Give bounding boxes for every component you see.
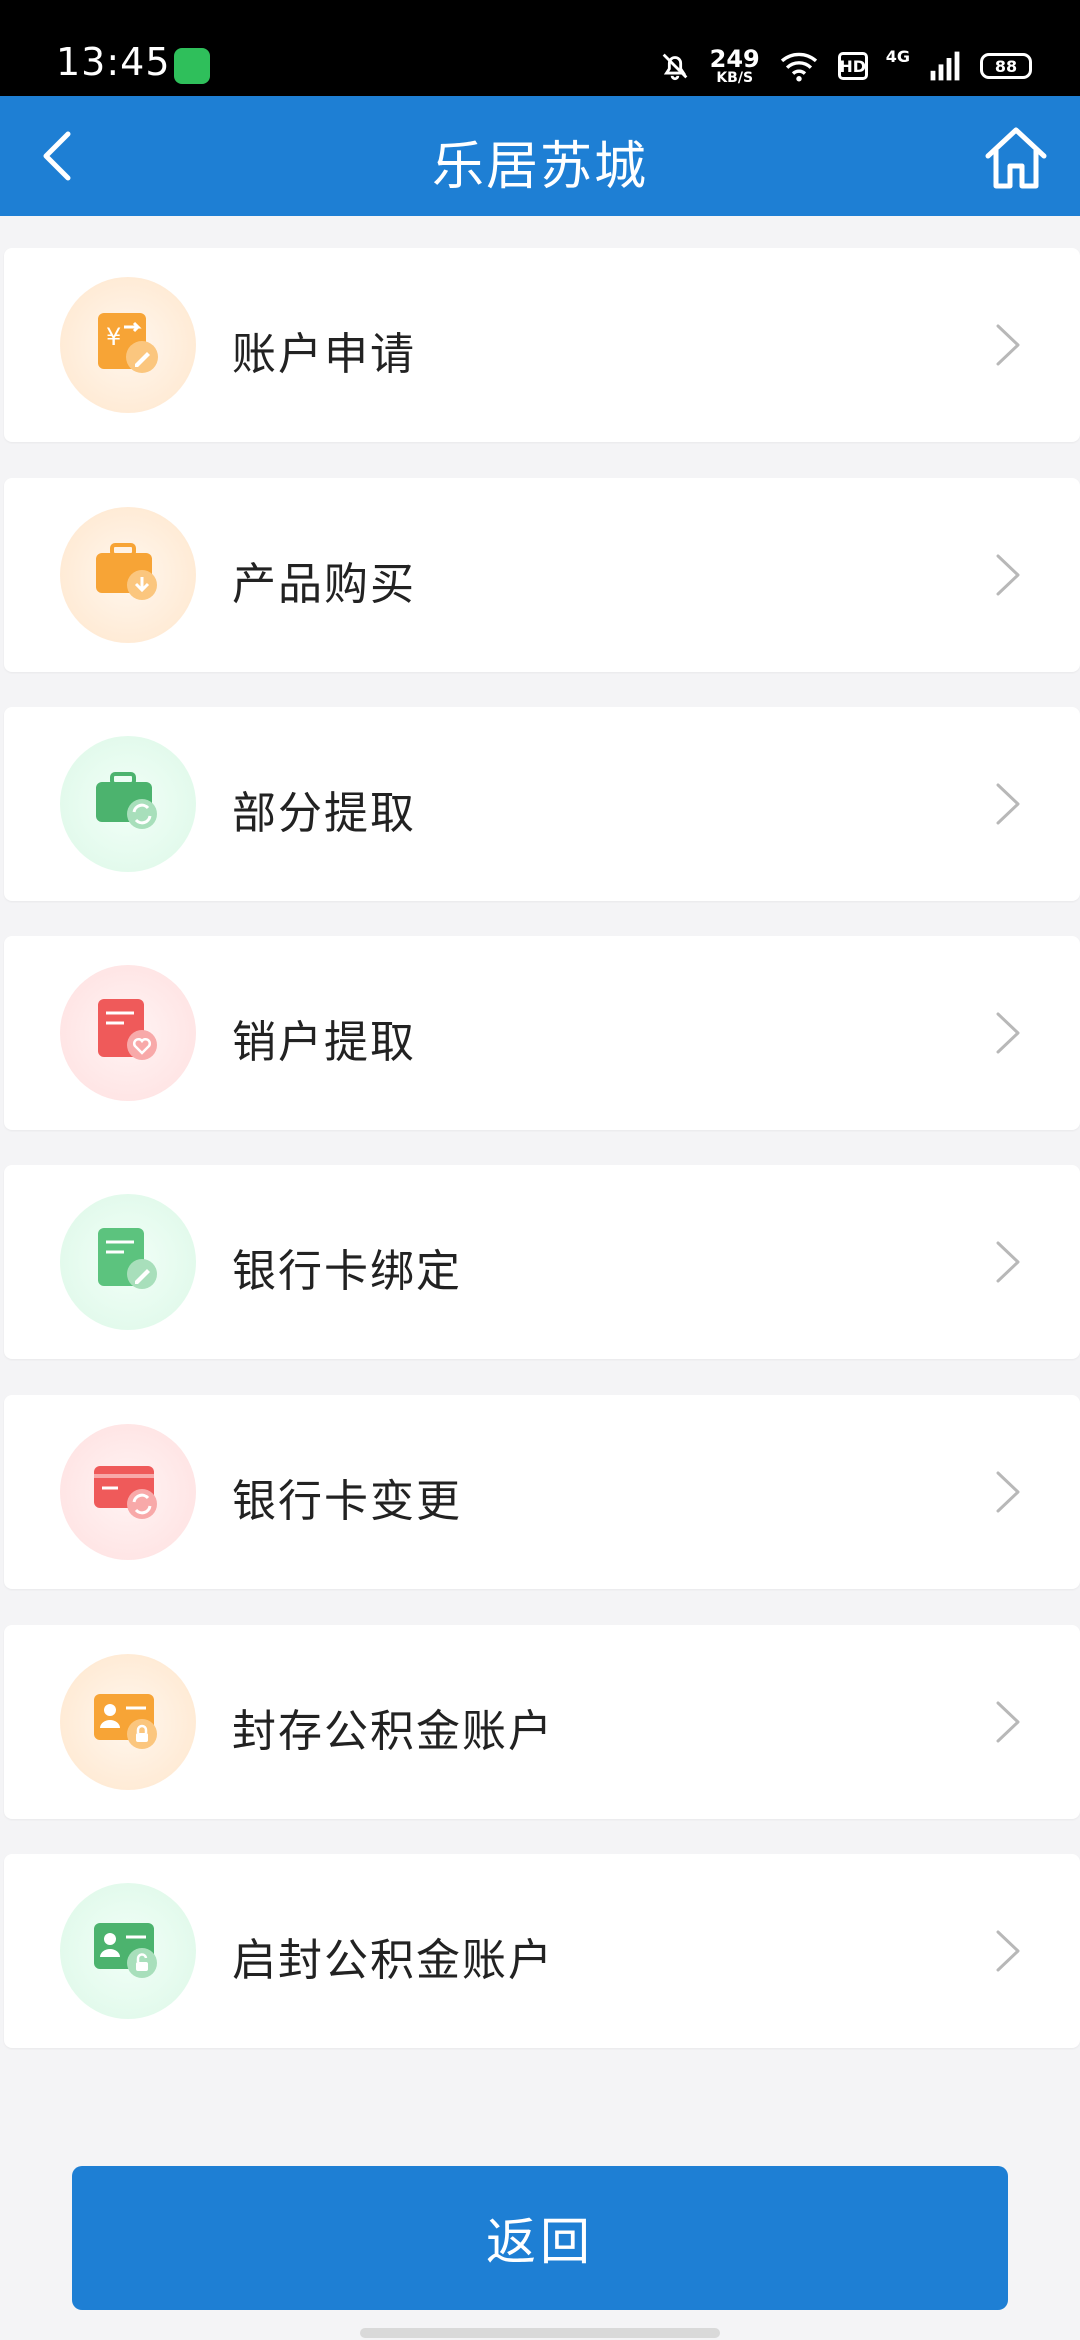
menu-item-unseal-fund-account[interactable]: 启封公积金账户: [4, 1854, 1080, 2048]
menu-icon-background: ¥: [60, 277, 196, 413]
svg-text:¥: ¥: [106, 323, 121, 351]
hd-badge: HD: [837, 52, 868, 80]
seal-fund-account-icon: [94, 1694, 157, 1749]
home-indicator[interactable]: [360, 2328, 720, 2338]
mute-bell-icon: [662, 53, 687, 81]
app-header: 乐居苏城: [0, 96, 1080, 216]
menu-item-label: 封存公积金账户: [232, 1706, 554, 1757]
menu-item-label: 银行卡绑定: [232, 1246, 462, 1297]
menu-item-label: 销户提取: [232, 1017, 416, 1068]
home-button[interactable]: [980, 122, 1052, 194]
status-indicators: 249 KB/S HD 4G 88: [658, 40, 1032, 92]
menu-item-label: 账户申请: [232, 329, 416, 380]
menu-item-bank-card-change[interactable]: 银行卡变更: [4, 1395, 1080, 1589]
chevron-right-icon: [996, 554, 1020, 596]
network-speed-value: 249: [709, 45, 760, 73]
menu-item-account-apply[interactable]: ¥ 账户申请: [4, 248, 1080, 442]
product-purchase-icon: [96, 543, 157, 600]
chevron-right-icon: [996, 1701, 1020, 1743]
menu-item-bank-card-bind[interactable]: 银行卡绑定: [4, 1165, 1080, 1359]
menu-item-label: 部分提取: [232, 788, 416, 839]
chevron-right-icon: [996, 1012, 1020, 1054]
menu-icon-background: [60, 1194, 196, 1330]
partial-withdraw-icon: [96, 772, 157, 829]
menu-item-label: 银行卡变更: [232, 1476, 462, 1527]
menu-icon-background: [60, 1424, 196, 1560]
battery-indicator: 88: [980, 53, 1032, 79]
unseal-fund-account-icon: [94, 1923, 157, 1978]
account-apply-icon: ¥: [98, 313, 158, 373]
chevron-right-icon: [996, 1930, 1020, 1972]
status-bar: 13:45 249 KB/S HD 4G 88: [0, 0, 1080, 96]
page-title: 乐居苏城: [431, 137, 648, 197]
signal-icon: [930, 51, 960, 81]
menu-item-label: 产品购买: [232, 559, 416, 610]
menu-item-seal-fund-account[interactable]: 封存公积金账户: [4, 1625, 1080, 1819]
chevron-right-icon: [996, 1241, 1020, 1283]
menu-item-close-account-withdraw[interactable]: 销户提取: [4, 936, 1080, 1130]
menu-icon-background: [60, 965, 196, 1101]
bank-card-change-icon: [94, 1466, 157, 1519]
network-type: 4G: [885, 46, 910, 66]
menu-item-product-purchase[interactable]: 产品购买: [4, 478, 1080, 672]
network-speed-unit: KB/S: [716, 70, 754, 86]
menu-item-partial-withdraw[interactable]: 部分提取: [4, 707, 1080, 901]
menu-icon-background: [60, 736, 196, 872]
menu-item-label: 启封公积金账户: [232, 1935, 554, 1986]
chevron-right-icon: [996, 1471, 1020, 1513]
status-time: 13:45: [56, 40, 171, 84]
close-account-withdraw-icon: [98, 999, 157, 1060]
return-button[interactable]: 返回: [72, 2166, 1008, 2310]
chevron-right-icon: [996, 324, 1020, 366]
home-icon: [985, 127, 1047, 189]
network-speed: 249 KB/S: [710, 47, 760, 85]
message-app-icon: [174, 48, 210, 84]
wifi-icon: [780, 52, 817, 82]
menu-icon-background: [60, 1654, 196, 1790]
menu-icon-background: [60, 507, 196, 643]
menu-icon-background: [60, 1883, 196, 2019]
bank-card-bind-icon: [98, 1228, 157, 1289]
chevron-right-icon: [996, 783, 1020, 825]
